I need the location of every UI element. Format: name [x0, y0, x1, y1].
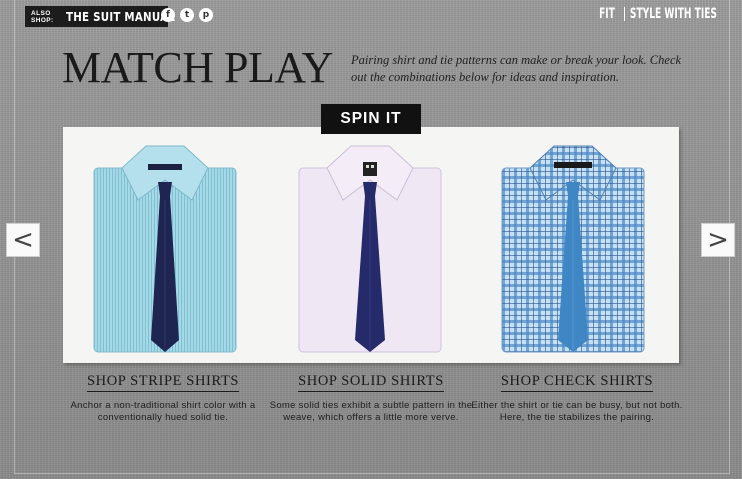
check-description: Either the shirt or tie can be busy, but… — [471, 400, 683, 423]
nav-fit-link[interactable]: FIT — [599, 6, 615, 22]
pinterest-icon[interactable]: p — [199, 8, 213, 22]
shop-stripe-shirts-link[interactable]: SHOP STRIPE SHIRTS — [86, 373, 239, 392]
also-shop-small-label: ALSO SHOP: — [31, 9, 54, 24]
spin-it-button[interactable]: SPIN IT — [321, 104, 421, 134]
prev-arrow-button[interactable]: < — [6, 223, 40, 257]
check-column: SHOP CHECK SHIRTS Either the shirt or ti… — [467, 372, 687, 424]
solid-shirt-image[interactable] — [287, 140, 453, 356]
facebook-icon[interactable]: f — [161, 8, 175, 22]
suit-manual-label: THE SUIT MANUAL — [66, 9, 176, 24]
social-icons: f t p — [161, 8, 213, 22]
top-nav: FIT STYLE WITH TIES — [596, 6, 717, 22]
twitter-icon[interactable]: t — [180, 8, 194, 22]
stripe-column: SHOP STRIPE SHIRTS Anchor a non-traditio… — [53, 372, 273, 424]
stripe-shirt-image[interactable] — [82, 140, 248, 356]
shop-solid-shirts-link[interactable]: SHOP SOLID SHIRTS — [298, 373, 444, 392]
stripe-description: Anchor a non-traditional shirt color wit… — [70, 400, 256, 423]
next-arrow-button[interactable]: > — [701, 223, 735, 257]
nav-separator — [624, 7, 626, 21]
solid-description: Some solid ties exhibit a subtle pattern… — [269, 400, 473, 423]
check-shirt-icon — [501, 145, 645, 353]
page-subtitle: Pairing shirt and tie patterns can make … — [351, 53, 682, 84]
stripe-shirt-icon — [93, 145, 237, 353]
nav-style-with-ties-link[interactable]: STYLE WITH TIES — [630, 6, 717, 22]
page-title: MATCH PLAY — [62, 43, 333, 92]
shop-check-shirts-link[interactable]: SHOP CHECK SHIRTS — [500, 373, 654, 392]
solid-column: SHOP SOLID SHIRTS Some solid ties exhibi… — [261, 372, 481, 424]
check-shirt-image[interactable] — [490, 140, 656, 356]
also-shop-link[interactable]: ALSO SHOP: THE SUIT MANUAL — [25, 6, 176, 27]
solid-shirt-icon — [298, 145, 442, 353]
